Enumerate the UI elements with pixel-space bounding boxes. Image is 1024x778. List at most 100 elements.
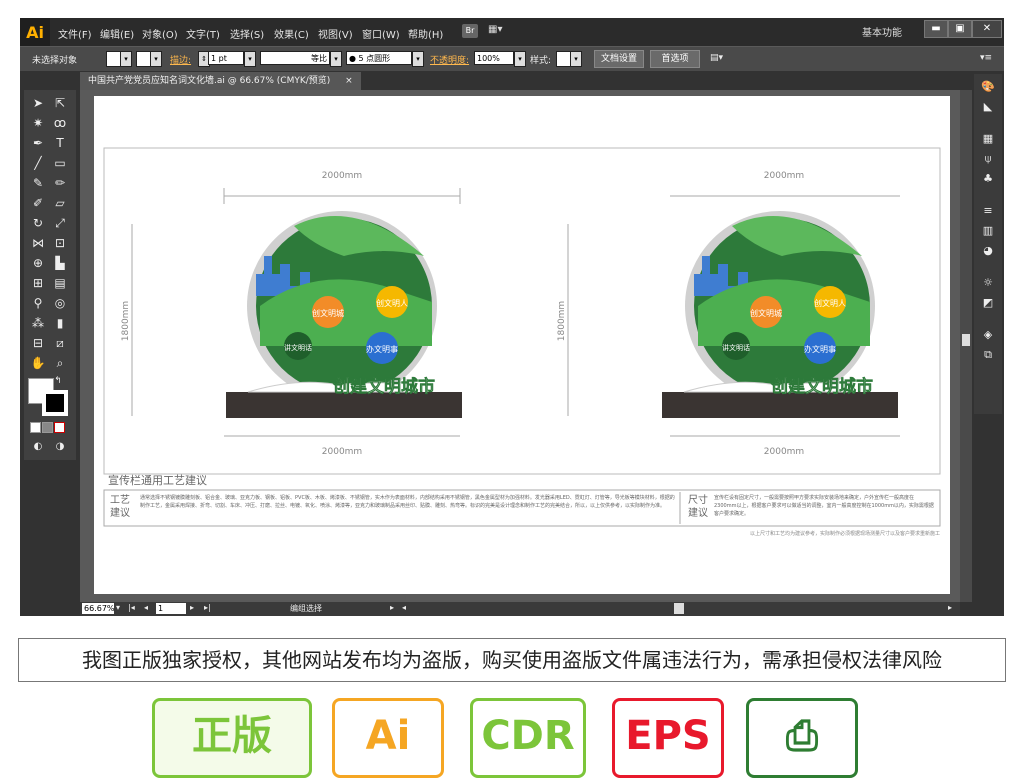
menu-edit[interactable]: 编辑(E) (100, 26, 134, 41)
document-setup-button[interactable]: 文档设置 (594, 50, 644, 68)
swap-colors-icon[interactable]: ↰ (52, 372, 64, 390)
menu-object[interactable]: 对象(O) (142, 26, 178, 41)
width-tool-icon[interactable]: ⋈ (28, 234, 48, 252)
zoom-dropdown-icon[interactable]: ▾ (116, 603, 120, 612)
variable-width-profile[interactable]: 等比 (260, 51, 330, 65)
next-artboard-icon[interactable]: ▸ (190, 603, 194, 612)
magic-wand-tool-icon[interactable]: ✷ (28, 114, 48, 132)
maximize-button[interactable]: ▣ (948, 20, 972, 38)
column-graph-tool-icon[interactable]: ▮ (50, 314, 70, 332)
swatches-icon[interactable]: ▦ (978, 130, 998, 148)
document-tab[interactable]: 中国共产党党员应知名词文化墙.ai @ 66.67% (CMYK/预览) × (80, 72, 361, 90)
scale-tool-icon[interactable]: ⤢ (50, 214, 70, 232)
bridge-button[interactable]: Br (462, 24, 478, 38)
pencil-tool-icon[interactable]: ✏ (50, 174, 70, 192)
appearance-icon[interactable]: ☼ (978, 274, 998, 292)
layers-icon[interactable]: ◈ (978, 326, 998, 344)
color-guide-icon[interactable]: ◣ (978, 98, 998, 116)
type-tool-icon[interactable]: T (50, 134, 70, 152)
brushes-icon[interactable]: ⍦ (978, 150, 998, 168)
status-menu-icon[interactable]: ▸ (390, 603, 394, 612)
menu-window[interactable]: 窗口(W) (362, 26, 400, 41)
line-tool-icon[interactable]: ╱ (28, 154, 48, 172)
artboard[interactable]: 创文明城 创文明人 讲文明话 办文明事 创建文明城市 创文明城 创文明人 讲文明… (94, 96, 950, 594)
color-mode-icon[interactable] (30, 422, 41, 433)
gradient-mode-icon[interactable] (42, 422, 53, 433)
vertical-scroll-thumb[interactable] (962, 334, 970, 346)
vertical-scrollbar[interactable] (960, 90, 972, 602)
transparency-icon[interactable]: ◕ (978, 242, 998, 260)
preferences-button[interactable]: 首选项 (650, 50, 700, 68)
gradient-panel-icon[interactable]: ▥ (978, 222, 998, 240)
horizontal-scroll-thumb[interactable] (674, 603, 684, 614)
rectangle-tool-icon[interactable]: ▭ (50, 154, 70, 172)
direct-selection-tool-icon[interactable]: ⇱ (50, 94, 70, 112)
artboards-icon[interactable]: ⧉ (978, 346, 998, 364)
first-artboard-icon[interactable]: |◂ (128, 603, 135, 612)
graphic-styles-icon[interactable]: ◩ (978, 294, 998, 312)
arrange-icon[interactable]: ▤▾ (710, 53, 723, 63)
zoom-field[interactable]: 66.67% (82, 603, 115, 614)
zoom-tool-icon[interactable]: ⌕ (50, 354, 70, 372)
scroll-right-icon[interactable]: ▸ (948, 603, 952, 612)
artboard-number-field[interactable]: 1 (156, 603, 186, 614)
profile-dropdown[interactable]: ▾ (330, 51, 342, 67)
gradient-tool-icon[interactable]: ▤ (50, 274, 70, 292)
brush-definition[interactable]: ● 5 点圆形 (346, 51, 412, 65)
perspective-grid-tool-icon[interactable]: ▙ (50, 254, 70, 272)
lasso-tool-icon[interactable]: ꝏ (50, 114, 70, 132)
pen-tool-icon[interactable]: ✒ (28, 134, 48, 152)
paintbrush-tool-icon[interactable]: ✎ (28, 174, 48, 192)
menu-select[interactable]: 选择(S) (230, 26, 264, 41)
stroke-weight-field[interactable]: 1 pt (208, 51, 244, 65)
color-palette-icon[interactable]: 🎨 (978, 78, 998, 96)
close-button[interactable]: ✕ (972, 20, 1002, 38)
style-dropdown[interactable]: ▾ (570, 51, 582, 67)
menu-type[interactable]: 文字(T) (186, 26, 220, 41)
sign-left[interactable]: 创文明城 创文明人 讲文明话 办文明事 创建文明城市 (226, 211, 462, 418)
stroke-label[interactable]: 描边: (170, 53, 191, 66)
sign-right[interactable]: 创文明城 创文明人 讲文明话 办文明事 创建文明城市 (662, 211, 898, 418)
blob-brush-tool-icon[interactable]: ✐ (28, 194, 48, 212)
selection-tool-icon[interactable]: ➤ (28, 94, 48, 112)
fill-dropdown[interactable]: ▾ (120, 51, 132, 67)
symbols-icon[interactable]: ♣ (978, 170, 998, 188)
opacity-field[interactable]: 100% (474, 51, 514, 65)
none-mode-icon[interactable] (54, 422, 65, 433)
badge-genuine: 正版 (152, 698, 312, 778)
panel-menu-icon[interactable]: ▾≡ (980, 53, 992, 63)
size-label: 尺寸建议 (688, 495, 708, 519)
stroke-weight-dropdown[interactable]: ▾ (244, 51, 256, 67)
arrange-documents-button[interactable]: ▦▾ (488, 24, 510, 38)
menu-file[interactable]: 文件(F) (58, 26, 92, 41)
brush-dropdown[interactable]: ▾ (412, 51, 424, 67)
minimize-button[interactable]: ▬ (924, 20, 948, 38)
draw-normal-icon[interactable]: ◐ (28, 438, 48, 456)
shape-builder-tool-icon[interactable]: ⊕ (28, 254, 48, 272)
draw-behind-icon[interactable]: ◑ (50, 438, 70, 456)
blend-tool-icon[interactable]: ◎ (50, 294, 70, 312)
canvas-area[interactable]: 创文明城 创文明人 讲文明话 办文明事 创建文明城市 创文明城 创文明人 讲文明… (80, 90, 966, 602)
prev-artboard-icon[interactable]: ◂ (144, 603, 148, 612)
scroll-left-icon[interactable]: ◂ (402, 603, 406, 612)
artboard-tool-icon[interactable]: ⊟ (28, 334, 48, 352)
stroke-color-box[interactable] (42, 390, 68, 416)
menu-view[interactable]: 视图(V) (318, 26, 353, 41)
workspace-switcher[interactable]: 基本功能 (862, 24, 902, 39)
rotate-tool-icon[interactable]: ↻ (28, 214, 48, 232)
menu-effect[interactable]: 效果(C) (274, 26, 309, 41)
last-artboard-icon[interactable]: ▸| (204, 603, 211, 612)
symbol-sprayer-tool-icon[interactable]: ⁂ (28, 314, 48, 332)
slice-tool-icon[interactable]: ⧄ (50, 334, 70, 352)
stroke-dropdown[interactable]: ▾ (150, 51, 162, 67)
document-tab-close[interactable]: × (345, 76, 353, 86)
stroke-panel-icon[interactable]: ≡ (978, 202, 998, 220)
opacity-dropdown[interactable]: ▾ (514, 51, 526, 67)
mesh-tool-icon[interactable]: ⊞ (28, 274, 48, 292)
opacity-label[interactable]: 不透明度: (430, 53, 469, 66)
hand-tool-icon[interactable]: ✋ (28, 354, 48, 372)
menu-help[interactable]: 帮助(H) (408, 26, 443, 41)
eraser-tool-icon[interactable]: ▱ (50, 194, 70, 212)
eyedropper-tool-icon[interactable]: ⚲ (28, 294, 48, 312)
free-transform-tool-icon[interactable]: ⊡ (50, 234, 70, 252)
